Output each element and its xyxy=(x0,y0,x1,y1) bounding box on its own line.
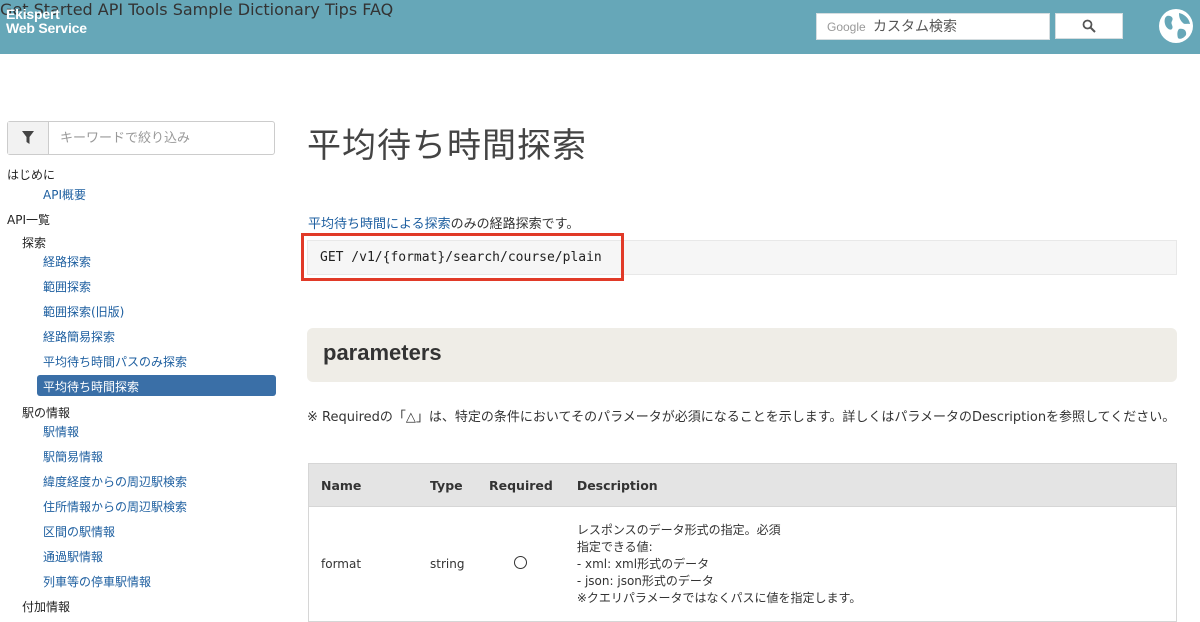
section-title: parameters xyxy=(323,340,442,365)
nav-tools[interactable]: Tools xyxy=(128,0,167,19)
sidebar-item-train-stops[interactable]: 列車等の停車駅情報 xyxy=(43,573,151,590)
top-navigation-bar: Ekispert Web Service Get Started API Too… xyxy=(0,0,1200,54)
sidebar-item-pass-station[interactable]: 通過駅情報 xyxy=(43,548,103,565)
sidebar-heading-api-list: API一覧 xyxy=(7,213,50,227)
header-required: Required xyxy=(477,463,565,507)
description-line: - xml: xml形式のデータ xyxy=(576,556,710,571)
sidebar-item-course-search[interactable]: 経路探索 xyxy=(43,253,91,270)
param-name: format xyxy=(308,506,418,622)
search-icon xyxy=(1082,19,1096,33)
site-logo[interactable]: Ekispert Web Service xyxy=(6,7,87,35)
param-description: レスポンスのデータ形式の指定。必須 指定できる値: - xml: xml形式のデ… xyxy=(564,506,1177,622)
parameters-table: Name Type Required Description format st… xyxy=(308,463,1177,622)
description-line: 指定できる値: xyxy=(576,539,653,554)
sidebar-heading-intro: はじめに xyxy=(7,168,56,182)
description-line: レスポンスのデータ形式の指定。必須 xyxy=(576,522,781,537)
sidebar-group-station-info: 駅の情報 xyxy=(22,406,71,420)
sidebar-item-station-info[interactable]: 駅情報 xyxy=(43,423,79,440)
logo-line-2: Web Service xyxy=(6,20,87,36)
logo-line-1: Ekispert xyxy=(6,6,60,22)
sidebar-group-search: 探索 xyxy=(22,236,47,250)
sidebar-filter-input[interactable] xyxy=(60,127,265,149)
param-type: string xyxy=(418,506,477,622)
google-brand-label: Google xyxy=(827,20,866,34)
required-note: ※ Requiredの「△」は、特定の条件においてそのパラメータが必須になること… xyxy=(307,410,1176,425)
header-description: Description xyxy=(564,463,1177,507)
nav-sample[interactable]: Sample xyxy=(173,0,233,19)
description-line: - json: json形式のデータ xyxy=(576,573,714,588)
lead-link[interactable]: 平均待ち時間による探索 xyxy=(308,217,451,232)
sidebar-item-plain-search-active[interactable]: 平均待ち時間探索 xyxy=(37,375,276,396)
filter-icon[interactable] xyxy=(8,122,49,154)
globe-icon[interactable] xyxy=(1157,7,1195,45)
page-title: 平均待ち時間探索 xyxy=(307,126,587,166)
sidebar-item-light-course-search[interactable]: 経路簡易探索 xyxy=(43,328,115,345)
table-header-row: Name Type Required Description xyxy=(308,463,1177,507)
endpoint-code: GET /v1/{format}/search/course/plain xyxy=(320,250,602,265)
sidebar-item-range-search[interactable]: 範囲探索 xyxy=(43,278,91,295)
sidebar-item-address-point[interactable]: 住所情報からの周辺駅検索 xyxy=(43,498,187,515)
search-button[interactable] xyxy=(1055,13,1123,39)
lead-text: 平均待ち時間による探索のみの経路探索です。 xyxy=(308,213,579,232)
nav-tips[interactable]: Tips xyxy=(325,0,357,19)
sidebar-item-label: 平均待ち時間探索 xyxy=(43,380,140,394)
sidebar-item-range-search-old[interactable]: 範囲探索(旧版) xyxy=(43,303,124,320)
required-circle-icon xyxy=(514,556,528,569)
custom-search-box: Google xyxy=(816,13,1050,40)
nav-dictionary[interactable]: Dictionary xyxy=(238,0,320,19)
lead-rest: のみの経路探索です。 xyxy=(450,217,580,232)
sidebar-item-station-light[interactable]: 駅簡易情報 xyxy=(43,448,103,465)
parameters-section-header: parameters xyxy=(307,328,1177,382)
search-input[interactable] xyxy=(873,16,1045,37)
sidebar-item-api-overview[interactable]: API概要 xyxy=(43,186,86,203)
table-row: format string レスポンスのデータ形式の指定。必須 指定できる値: … xyxy=(308,506,1177,622)
sidebar-item-plain-path-search[interactable]: 平均待ち時間パスのみ探索 xyxy=(43,353,187,370)
sidebar-filter xyxy=(7,121,275,155)
param-required xyxy=(477,506,565,622)
sidebar-item-geo-point[interactable]: 緯度経度からの周辺駅検索 xyxy=(43,473,187,490)
description-line: ※クエリパラメータではなくパスに値を指定します。 xyxy=(576,590,862,605)
sidebar-item-section-station[interactable]: 区間の駅情報 xyxy=(43,523,115,540)
header-type: Type xyxy=(418,463,477,507)
nav-faq[interactable]: FAQ xyxy=(362,0,393,19)
sidebar-group-extra-info: 付加情報 xyxy=(22,600,71,614)
header-name: Name xyxy=(308,463,418,507)
nav-api[interactable]: API xyxy=(98,0,123,19)
